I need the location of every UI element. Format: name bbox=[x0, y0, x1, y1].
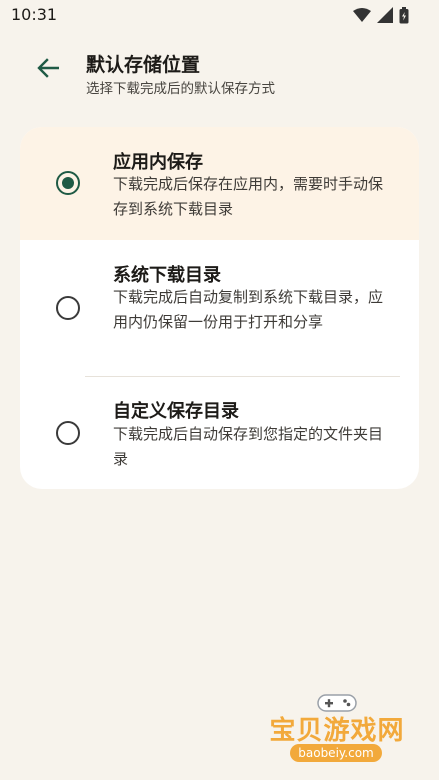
option-description: 下载完成后保存在应用内，需要时手动保存到系统下载目录 bbox=[113, 175, 384, 218]
radio-custom-directory[interactable] bbox=[56, 421, 80, 445]
option-title: 自定义保存目录 bbox=[113, 401, 239, 422]
wifi-icon bbox=[353, 8, 371, 22]
option-in-app[interactable]: 应用内保存 下载完成后保存在应用内，需要时手动保存到系统下载目录 bbox=[20, 127, 419, 240]
page-title: 默认存储位置 bbox=[86, 54, 201, 76]
option-custom-directory[interactable]: 自定义保存目录 下载完成后自动保存到您指定的文件夹目录 bbox=[20, 377, 419, 489]
radio-dot bbox=[62, 177, 74, 189]
arrow-left-icon bbox=[37, 58, 60, 82]
status-time: 10:31 bbox=[11, 5, 58, 24]
signal-icon bbox=[377, 7, 393, 23]
option-title: 系统下载目录 bbox=[113, 265, 221, 286]
radio-in-app[interactable] bbox=[56, 171, 80, 195]
status-bar: 10:31 bbox=[0, 0, 439, 30]
option-system-downloads[interactable]: 系统下载目录 下载完成后自动复制到系统下载目录，应用内仍保留一份用于打开和分享 bbox=[20, 240, 419, 376]
option-description: 下载完成后自动保存到您指定的文件夹目录 bbox=[113, 425, 384, 468]
radio-system-downloads[interactable] bbox=[56, 296, 80, 320]
app-bar: 默认存储位置 选择下载完成后的默认保存方式 bbox=[0, 40, 439, 100]
status-icons bbox=[353, 6, 409, 24]
watermark-text: 宝贝游戏网 bbox=[269, 716, 405, 746]
storage-options-card: 应用内保存 下载完成后保存在应用内，需要时手动保存到系统下载目录 系统下载目录 … bbox=[20, 127, 419, 489]
option-title: 应用内保存 bbox=[113, 152, 203, 173]
back-button[interactable] bbox=[28, 50, 68, 90]
page-subtitle: 选择下载完成后的默认保存方式 bbox=[86, 81, 275, 97]
watermark: 宝贝游戏网 baobeiy.com bbox=[262, 690, 412, 772]
watermark-url: baobeiy.com bbox=[290, 744, 382, 762]
option-description: 下载完成后自动复制到系统下载目录，应用内仍保留一份用于打开和分享 bbox=[113, 288, 384, 331]
battery-icon bbox=[399, 6, 409, 24]
